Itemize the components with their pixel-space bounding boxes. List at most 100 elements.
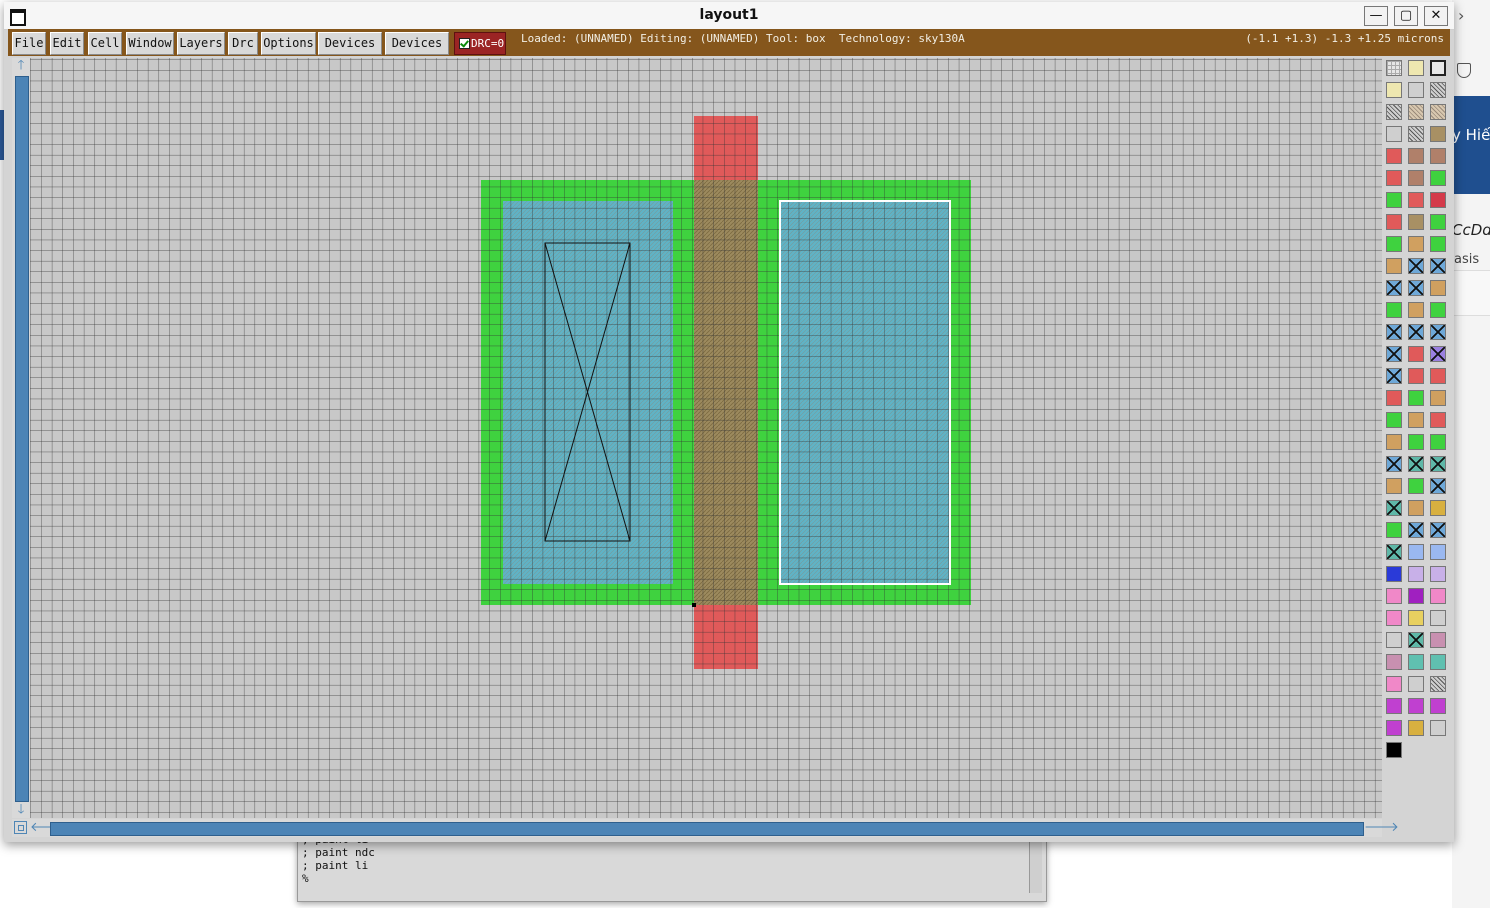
layer-swatch[interactable] [1430,82,1446,98]
layer-swatch[interactable] [1408,544,1424,560]
layer-swatch[interactable] [1408,148,1424,164]
layer-swatch[interactable] [1408,698,1424,714]
layer-swatch[interactable] [1386,280,1402,296]
layer-swatch[interactable] [1430,588,1446,604]
layer-swatch[interactable] [1386,236,1402,252]
layer-swatch[interactable] [1386,434,1402,450]
layer-swatch[interactable] [1408,280,1424,296]
layer-swatch[interactable] [1408,654,1424,670]
layer-swatch[interactable] [1386,566,1402,582]
minimize-button[interactable]: — [1364,6,1388,26]
layer-swatch[interactable] [1408,214,1424,230]
layer-swatch[interactable] [1408,60,1424,76]
layer-swatch[interactable] [1386,720,1402,736]
layer-swatch[interactable] [1408,434,1424,450]
layer-swatch[interactable] [1408,126,1424,142]
layer-swatch[interactable] [1430,654,1446,670]
menu-file[interactable]: File [12,32,46,55]
layer-swatch[interactable] [1430,610,1446,626]
layer-swatch[interactable] [1430,522,1446,538]
layer-swatch[interactable] [1408,104,1424,120]
layer-swatch[interactable] [1430,148,1446,164]
layer-swatch[interactable] [1386,456,1402,472]
scroll-left-icon[interactable]: 🡐 [30,819,65,837]
layer-swatch[interactable] [1408,302,1424,318]
layer-swatch[interactable] [1408,566,1424,582]
layer-swatch[interactable] [1430,368,1446,384]
layer-swatch[interactable] [1408,632,1424,648]
layer-swatch[interactable] [1386,126,1402,142]
horizontal-scrollbar[interactable]: 🡐 🡒 [12,819,1399,837]
layer-swatch[interactable] [1408,478,1424,494]
menu-devices-2[interactable]: Devices 2 [385,32,449,71]
layer-swatch[interactable] [1386,148,1402,164]
layer-swatch[interactable] [1386,698,1402,714]
layer-swatch[interactable] [1430,192,1446,208]
layer-swatch[interactable] [1430,434,1446,450]
layer-swatch[interactable] [1430,676,1446,692]
layer-swatch[interactable] [1430,500,1446,516]
layer-swatch[interactable] [1408,412,1424,428]
layer-swatch[interactable] [1430,390,1446,406]
layer-swatch[interactable] [1408,236,1424,252]
layer-swatch[interactable] [1386,742,1402,758]
layer-swatch[interactable] [1408,368,1424,384]
layer-swatch[interactable] [1430,412,1446,428]
layer-swatch[interactable] [1430,170,1446,186]
layer-swatch[interactable] [1386,588,1402,604]
layer-swatch[interactable] [1408,588,1424,604]
layer-swatch[interactable] [1386,170,1402,186]
layer-swatch[interactable] [1408,456,1424,472]
layer-swatch[interactable] [1386,390,1402,406]
layer-swatch[interactable] [1430,544,1446,560]
zoom-box-icon[interactable] [14,821,27,834]
layer-swatch[interactable] [1386,500,1402,516]
layer-swatch[interactable] [1386,346,1402,362]
layer-swatch[interactable] [1430,60,1446,76]
menu-drc[interactable]: Drc [228,32,258,55]
layer-swatch[interactable] [1430,280,1446,296]
menu-devices-1[interactable]: Devices 1 [318,32,382,71]
layer-swatch[interactable] [1386,324,1402,340]
layer-swatch[interactable] [1408,346,1424,362]
scroll-right-icon[interactable]: 🡒 [1364,819,1399,837]
layer-swatch[interactable] [1386,610,1402,626]
layer-swatch[interactable] [1408,258,1424,274]
layer-swatch[interactable] [1386,214,1402,230]
layer-swatch[interactable] [1430,698,1446,714]
layer-swatch[interactable] [1386,368,1402,384]
menu-edit[interactable]: Edit [50,32,84,55]
layer-swatch[interactable] [1430,456,1446,472]
layer-swatch[interactable] [1386,258,1402,274]
layout-canvas[interactable] [30,58,1382,818]
layer-swatch[interactable] [1408,720,1424,736]
maximize-button[interactable]: ▢ [1394,6,1418,26]
horizontal-scroll-thumb[interactable] [50,822,1364,836]
layer-swatch[interactable] [1408,390,1424,406]
layer-swatch[interactable] [1386,192,1402,208]
layer-swatch[interactable] [1430,720,1446,736]
layer-swatch[interactable] [1408,610,1424,626]
layer-swatch[interactable] [1386,412,1402,428]
console-scrollbar[interactable] [1029,839,1042,893]
layer-swatch[interactable] [1430,214,1446,230]
scroll-up-icon[interactable]: 🡑 [14,58,28,74]
layer-swatch[interactable] [1408,82,1424,98]
vertical-scroll-thumb[interactable] [15,76,29,802]
drc-checkbox[interactable] [459,38,470,49]
layer-swatch[interactable] [1430,324,1446,340]
menu-layers[interactable]: Layers [177,32,225,55]
layer-swatch[interactable] [1430,258,1446,274]
layer-swatch[interactable] [1430,236,1446,252]
layer-swatch[interactable] [1430,632,1446,648]
layer-swatch[interactable] [1386,478,1402,494]
layer-swatch[interactable] [1408,170,1424,186]
title-bar[interactable]: layout1 — ▢ ✕ [4,2,1454,30]
layer-swatch[interactable] [1408,324,1424,340]
layer-swatch[interactable] [1408,192,1424,208]
layer-swatch[interactable] [1430,566,1446,582]
layer-swatch[interactable] [1386,82,1402,98]
scroll-down-icon[interactable]: 🡓 [14,802,28,818]
layer-swatch[interactable] [1386,676,1402,692]
layer-swatch[interactable] [1408,522,1424,538]
